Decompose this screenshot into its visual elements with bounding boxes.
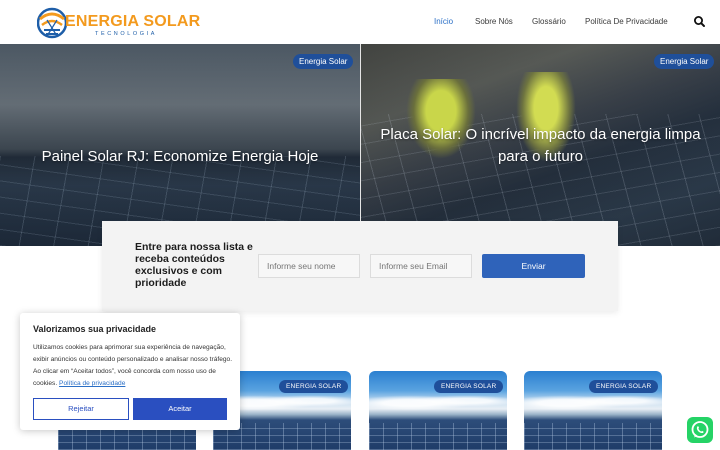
email-input[interactable] <box>370 254 472 278</box>
nav-item-glossario[interactable]: Glossário <box>532 17 566 26</box>
card-category-badge[interactable]: ENERGIA SOLAR <box>589 380 659 393</box>
sun-logo-icon <box>37 7 67 39</box>
newsletter-title: Entre para nossa lista e receba conteúdo… <box>135 241 253 289</box>
whatsapp-icon <box>691 421 709 438</box>
reject-button[interactable]: Rejeitar <box>33 398 129 420</box>
accept-button[interactable]: Aceitar <box>133 398 227 420</box>
hero-left-title[interactable]: Painel Solar RJ: Economize Energia Hoje <box>20 146 340 168</box>
post-card[interactable]: ENERGIA SOLAR <box>369 371 507 450</box>
whatsapp-button[interactable] <box>687 417 713 443</box>
hero-post-left[interactable]: Energia Solar Painel Solar RJ: Economize… <box>0 44 360 246</box>
search-icon <box>694 16 705 27</box>
category-badge[interactable]: Energia Solar <box>654 54 715 69</box>
site-logo[interactable]: ENERGIA SOLAR TECNOLOGIA <box>37 5 200 41</box>
nav-item-sobre-nos[interactable]: Sobre Nós <box>475 17 513 26</box>
submit-button[interactable]: Enviar <box>482 254 585 278</box>
sky-image <box>369 391 507 411</box>
nav-item-politica-de-privacidade[interactable]: Política De Privacidade <box>585 17 668 26</box>
privacy-policy-link[interactable]: Política de privacidade <box>59 380 125 387</box>
category-badge[interactable]: Energia Solar <box>293 54 354 69</box>
nav-item-inicio[interactable]: Início <box>434 17 453 26</box>
solar-panel-image <box>369 423 507 450</box>
cookie-text: Utilizamos cookies para aprimorar sua ex… <box>33 342 233 390</box>
hero-right-title[interactable]: Placa Solar: O incrível impacto da energ… <box>371 124 710 168</box>
search-button[interactable] <box>690 12 710 32</box>
cookie-consent-banner: Valorizamos sua privacidade Utilizamos c… <box>20 313 240 430</box>
hero-post-right[interactable]: Energia Solar Placa Solar: O incrível im… <box>361 44 720 246</box>
card-category-badge[interactable]: ENERGIA SOLAR <box>434 380 504 393</box>
name-input[interactable] <box>258 254 360 278</box>
site-header: ENERGIA SOLAR TECNOLOGIA Início Sobre Nó… <box>0 0 720 44</box>
newsletter-box: Entre para nossa lista e receba conteúdo… <box>102 221 618 311</box>
cookie-title: Valorizamos sua privacidade <box>33 324 157 334</box>
post-card[interactable]: ENERGIA SOLAR <box>524 371 662 450</box>
card-category-badge[interactable]: ENERGIA SOLAR <box>279 380 349 393</box>
solar-panel-image <box>524 423 662 450</box>
logo-text: ENERGIA SOLAR <box>65 13 201 30</box>
sky-image <box>524 391 662 411</box>
logo-subtext: TECNOLOGIA <box>95 31 158 37</box>
